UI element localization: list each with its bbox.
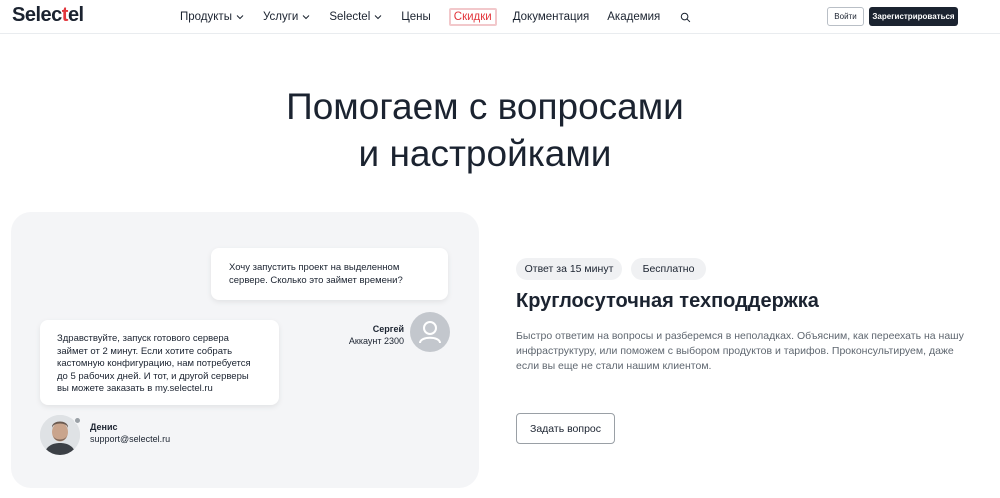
nav-products[interactable]: Продукты (180, 11, 245, 23)
page-title: Помогаем с вопросами и настройками (0, 83, 970, 177)
online-status-dot (74, 417, 81, 424)
customer-avatar (410, 312, 450, 352)
agent-info: Денис support@selectel.ru (90, 421, 220, 445)
free-chip: Бесплатно (631, 258, 706, 280)
nav-selectel[interactable]: Selectel (329, 11, 383, 23)
ask-question-button[interactable]: Задать вопрос (516, 413, 615, 444)
nav-services[interactable]: Услуги (263, 11, 311, 23)
customer-question-bubble: Хочу запустить проект на выделенном серв… (211, 248, 448, 300)
customer-info: Сергей Аккаунт 2300 (334, 323, 404, 347)
agent-name: Денис (90, 422, 118, 432)
support-description: Быстро ответим на вопросы и разберемся в… (516, 330, 964, 372)
nav-prices[interactable]: Цены (401, 11, 431, 23)
page-title-line-2: и настройками (358, 133, 612, 174)
chevron-down-icon (236, 15, 244, 20)
response-time-chip: Ответ за 15 минут (516, 258, 622, 280)
nav-academy[interactable]: Академия (607, 11, 660, 23)
nav-prices-label: Цены (401, 11, 431, 23)
site-header: Selectel Продукты Услуги Selectel Цены С… (0, 0, 1000, 34)
customer-name: Сергей (372, 324, 404, 334)
nav-docs[interactable]: Документация (513, 11, 590, 23)
nav-discounts-label: Скидки (453, 11, 492, 23)
nav-services-label: Услуги (262, 11, 299, 23)
nav-docs-label: Документация (512, 11, 590, 23)
login-button[interactable]: Войти (827, 7, 864, 26)
agent-answer-bubble: Здравствуйте, запуск готового сервера за… (40, 320, 279, 405)
main-nav: Продукты Услуги Selectel Цены Скидки Док… (180, 0, 691, 34)
user-icon (419, 321, 441, 344)
support-title: Круглосуточная техподдержка (516, 290, 819, 312)
page-title-line-1: Помогаем с вопросами (286, 86, 684, 127)
agent-email: support@selectel.ru (90, 434, 171, 444)
selectel-logo[interactable]: Selectel (12, 4, 84, 27)
nav-products-label: Продукты (180, 11, 232, 23)
support-chat-illustration: Хочу запустить проект на выделенном серв… (11, 212, 479, 488)
search-icon[interactable] (680, 12, 691, 23)
nav-discounts[interactable]: Скидки (448, 8, 497, 26)
logo-text-3: el (67, 4, 84, 26)
register-button[interactable]: Зарегистрироваться (869, 7, 958, 26)
customer-account: Аккаунт 2300 (348, 336, 404, 346)
chevron-down-icon (374, 15, 382, 20)
logo-text-1: Selec (12, 4, 62, 26)
nav-selectel-label: Selectel (329, 11, 371, 23)
nav-academy-label: Академия (607, 11, 661, 23)
chevron-down-icon (302, 15, 310, 20)
